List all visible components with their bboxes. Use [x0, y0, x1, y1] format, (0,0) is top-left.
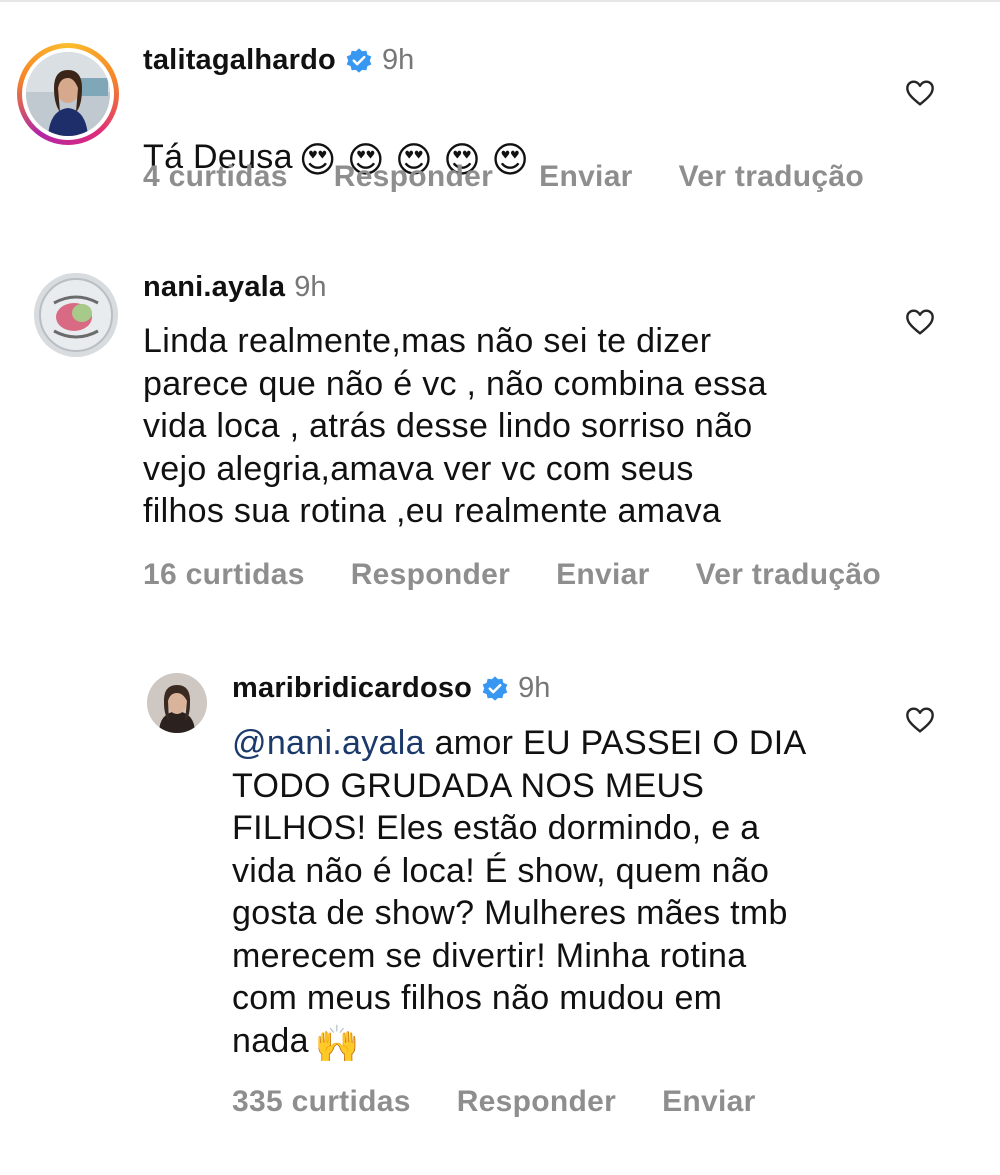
username[interactable]: nani.ayala: [143, 271, 285, 304]
avatar[interactable]: [147, 673, 207, 733]
send-button[interactable]: Enviar: [556, 558, 650, 592]
comment-text: amor EU PASSEI O DIA TODO GRUDADA NOS ME…: [232, 724, 807, 1060]
timestamp: 9h: [294, 271, 327, 303]
timestamp: 9h: [381, 44, 415, 76]
comment-text: Linda realmente,mas não sei te dizer par…: [143, 322, 767, 530]
likes-count[interactable]: 335 curtidas: [232, 1085, 411, 1119]
translate-button[interactable]: Ver tradução: [696, 558, 881, 592]
reply-button[interactable]: Responder: [457, 1085, 616, 1119]
emoji-raising-hands: 🙌: [314, 1022, 360, 1064]
comment-talitagalhardo: talitagalhardo 9h Tá Deusa 😍 😍 😍 😍 😍 4 cu…: [0, 0, 1000, 240]
username[interactable]: maribridicardoso: [232, 672, 472, 705]
mention-link[interactable]: @nani.ayala: [232, 724, 425, 762]
likes-count[interactable]: 4 curtidas: [143, 160, 288, 194]
avatar[interactable]: [34, 273, 118, 357]
avatar-story-ring[interactable]: [17, 43, 119, 145]
heart-outline-icon[interactable]: [904, 306, 936, 338]
send-button[interactable]: Enviar: [662, 1085, 756, 1119]
heart-outline-icon[interactable]: [904, 77, 936, 109]
likes-count[interactable]: 16 curtidas: [143, 558, 305, 592]
avatar: [26, 52, 110, 136]
reply-button[interactable]: Responder: [351, 558, 510, 592]
heart-outline-icon[interactable]: [904, 704, 936, 736]
username[interactable]: talitagalhardo: [143, 44, 336, 77]
comment-nani-ayala: nani.ayala 9h Linda realmente,mas não se…: [0, 240, 1000, 640]
verified-badge-icon: [346, 47, 372, 73]
translate-button[interactable]: Ver tradução: [679, 160, 864, 194]
verified-badge-icon: [482, 675, 508, 701]
send-button[interactable]: Enviar: [539, 160, 633, 194]
timestamp: 9h: [518, 672, 551, 704]
reply-maribridicardoso: maribridicardoso 9h @nani.ayala amor EU …: [0, 640, 1000, 1175]
reply-button[interactable]: Responder: [334, 160, 493, 194]
